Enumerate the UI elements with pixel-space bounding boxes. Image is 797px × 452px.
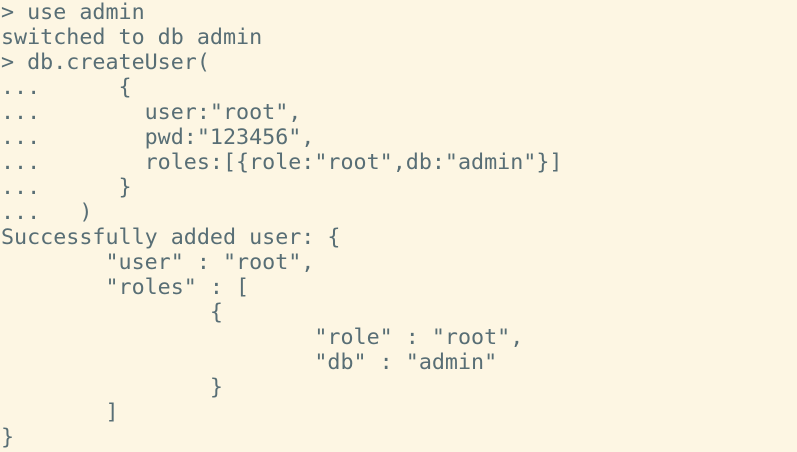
terminal-line: "roles" : [ xyxy=(1,275,250,300)
terminal-line: ... } xyxy=(1,175,132,200)
terminal-line: ... user:"root", xyxy=(1,100,302,125)
terminal-line: ... pwd:"123456", xyxy=(1,125,315,150)
terminal-line: } xyxy=(1,375,223,400)
terminal-line: "user" : "root", xyxy=(1,250,315,275)
terminal-line: Successfully added user: { xyxy=(1,225,341,250)
terminal-line: ] xyxy=(1,400,119,425)
terminal-output[interactable]: > use admin switched to db admin > db.crea… xyxy=(0,0,797,450)
terminal-line: > db.createUser( xyxy=(1,50,210,75)
terminal-line: ... { xyxy=(1,75,132,100)
terminal-line: { xyxy=(1,300,223,325)
terminal-line: switched to db admin xyxy=(1,25,263,50)
terminal-line: "db" : "admin" xyxy=(1,350,498,375)
terminal-line: "role" : "root", xyxy=(1,325,524,350)
terminal-line: ... ) xyxy=(1,200,93,225)
terminal-line: } xyxy=(1,425,15,450)
terminal-line: > use admin xyxy=(1,0,145,25)
terminal-line: ... roles:[{role:"root",db:"admin"}] xyxy=(1,150,563,175)
